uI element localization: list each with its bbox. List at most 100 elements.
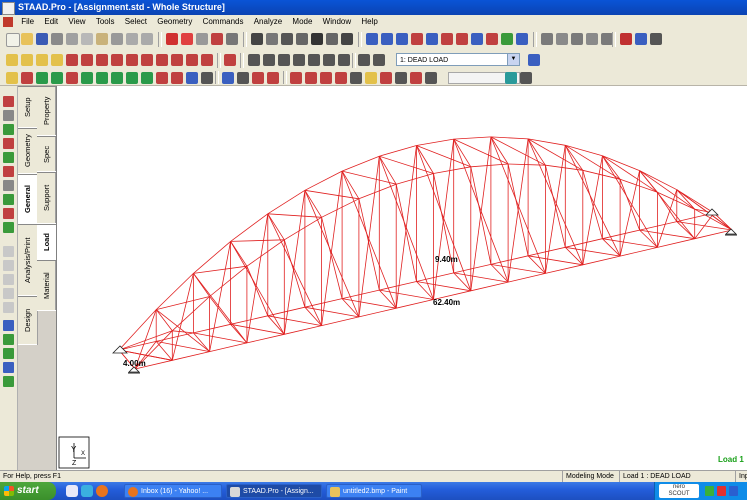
grid-tool-icon[interactable] bbox=[3, 320, 14, 331]
truss-member[interactable] bbox=[284, 216, 322, 241]
truss-member[interactable] bbox=[193, 323, 231, 334]
truss-member[interactable] bbox=[341, 170, 360, 200]
generate-tool-icon[interactable] bbox=[3, 376, 14, 387]
rotate-x-icon[interactable] bbox=[156, 54, 168, 66]
truss-member[interactable] bbox=[508, 273, 546, 283]
redo-icon[interactable] bbox=[141, 33, 153, 45]
pointer-tool-icon[interactable] bbox=[3, 96, 14, 107]
pan-view-icon[interactable] bbox=[338, 54, 350, 66]
y-axis-icon[interactable] bbox=[126, 54, 138, 66]
tab-design[interactable]: Design bbox=[18, 296, 37, 345]
plate-tool-icon[interactable] bbox=[3, 152, 14, 163]
geometry-cursor-icon[interactable] bbox=[81, 54, 93, 66]
truss-member[interactable] bbox=[304, 190, 322, 218]
truss-member[interactable] bbox=[267, 213, 285, 241]
print-icon[interactable] bbox=[51, 33, 63, 45]
member-cursor-icon[interactable] bbox=[66, 54, 78, 66]
truss-member[interactable] bbox=[321, 217, 343, 299]
rotate-icon[interactable] bbox=[586, 33, 598, 45]
line-tool-icon[interactable] bbox=[3, 180, 14, 191]
menu-geometry[interactable]: Geometry bbox=[153, 15, 196, 29]
truss-member[interactable] bbox=[602, 155, 658, 193]
truss-member[interactable] bbox=[283, 190, 306, 335]
undo-icon[interactable] bbox=[126, 33, 138, 45]
tab-spec[interactable]: Spec bbox=[37, 136, 56, 172]
tab-load[interactable]: Load bbox=[37, 224, 56, 260]
highlight-icon[interactable] bbox=[365, 72, 377, 84]
tab-material[interactable]: Material bbox=[37, 260, 56, 311]
truss-member[interactable] bbox=[620, 247, 658, 257]
zoom-out-icon[interactable] bbox=[278, 54, 290, 66]
table-icon[interactable] bbox=[381, 33, 393, 45]
section-icon[interactable] bbox=[350, 72, 362, 84]
camera-icon[interactable] bbox=[311, 33, 323, 45]
truss-member[interactable] bbox=[230, 213, 269, 242]
node-tool-icon[interactable] bbox=[3, 138, 14, 149]
select-support-icon[interactable] bbox=[186, 72, 198, 84]
paste-icon[interactable] bbox=[96, 33, 108, 45]
truss-member[interactable] bbox=[379, 155, 434, 174]
run-analysis-icon[interactable] bbox=[166, 33, 178, 45]
truss-member[interactable] bbox=[246, 239, 285, 267]
truss-member[interactable] bbox=[470, 281, 509, 292]
node-cursor-icon[interactable] bbox=[6, 54, 18, 66]
truss-member[interactable] bbox=[639, 170, 695, 210]
add-beam-icon[interactable] bbox=[237, 72, 249, 84]
wand-icon[interactable] bbox=[410, 72, 422, 84]
tab-property[interactable]: Property bbox=[37, 86, 56, 136]
magnify-icon[interactable] bbox=[358, 54, 370, 66]
truss-member[interactable] bbox=[490, 136, 546, 166]
window-icon[interactable] bbox=[326, 33, 338, 45]
display-icon[interactable] bbox=[296, 33, 308, 45]
load-help-icon[interactable] bbox=[528, 54, 540, 66]
truss-member[interactable] bbox=[545, 264, 583, 274]
truss-member[interactable] bbox=[246, 333, 285, 344]
truss-member[interactable] bbox=[118, 309, 157, 351]
truss-member[interactable] bbox=[490, 136, 529, 140]
load-case-select[interactable]: 1: DEAD LOAD ▼ bbox=[396, 53, 520, 66]
internet-explorer-icon[interactable] bbox=[81, 485, 93, 497]
truss-member[interactable] bbox=[657, 238, 695, 248]
truss-member[interactable] bbox=[507, 138, 529, 283]
truss-member[interactable] bbox=[379, 281, 417, 291]
cross-icon[interactable] bbox=[411, 33, 423, 45]
truss-member[interactable] bbox=[230, 241, 248, 267]
truss-member[interactable] bbox=[565, 246, 621, 257]
bookmark-icon[interactable] bbox=[181, 33, 193, 45]
truss-member[interactable] bbox=[230, 315, 268, 325]
add-plate-icon[interactable] bbox=[252, 72, 264, 84]
grid-icon[interactable] bbox=[426, 33, 438, 45]
tab-setup[interactable]: Setup bbox=[18, 86, 37, 128]
select-plates-icon[interactable] bbox=[36, 72, 48, 84]
select-beams-icon[interactable] bbox=[21, 72, 33, 84]
truss-member[interactable] bbox=[358, 307, 397, 318]
staad-app-icon[interactable] bbox=[2, 2, 15, 15]
task-staad-pro[interactable]: STAAD.Pro - [Assign... bbox=[226, 484, 322, 498]
truss-member[interactable] bbox=[490, 264, 546, 274]
tab-general[interactable]: General bbox=[18, 174, 37, 224]
pan-icon[interactable] bbox=[281, 33, 293, 45]
menu-select[interactable]: Select bbox=[121, 15, 151, 29]
truss-member[interactable] bbox=[321, 198, 360, 218]
truss-member[interactable] bbox=[453, 136, 491, 140]
plate-icon[interactable] bbox=[471, 33, 483, 45]
truss-member[interactable] bbox=[639, 221, 677, 231]
frame-icon[interactable] bbox=[635, 33, 647, 45]
menu-commands[interactable]: Commands bbox=[199, 15, 248, 29]
select-surface-icon[interactable] bbox=[126, 72, 138, 84]
truss-member[interactable] bbox=[341, 170, 397, 309]
truss-member[interactable] bbox=[246, 213, 269, 343]
search-icon[interactable] bbox=[373, 54, 385, 66]
menu-mode[interactable]: Mode bbox=[288, 15, 316, 29]
truss-member[interactable] bbox=[193, 273, 248, 344]
truss-member[interactable] bbox=[230, 239, 285, 242]
copy-icon[interactable] bbox=[81, 33, 93, 45]
truss-member[interactable] bbox=[416, 281, 471, 292]
shadow-icon[interactable] bbox=[425, 72, 437, 84]
delete-icon[interactable] bbox=[111, 33, 123, 45]
dimension-icon[interactable] bbox=[335, 72, 347, 84]
truss-member[interactable] bbox=[304, 189, 359, 200]
beam-tool-icon[interactable] bbox=[3, 124, 14, 135]
network-icon[interactable] bbox=[705, 486, 714, 496]
x-axis-icon[interactable] bbox=[111, 54, 123, 66]
